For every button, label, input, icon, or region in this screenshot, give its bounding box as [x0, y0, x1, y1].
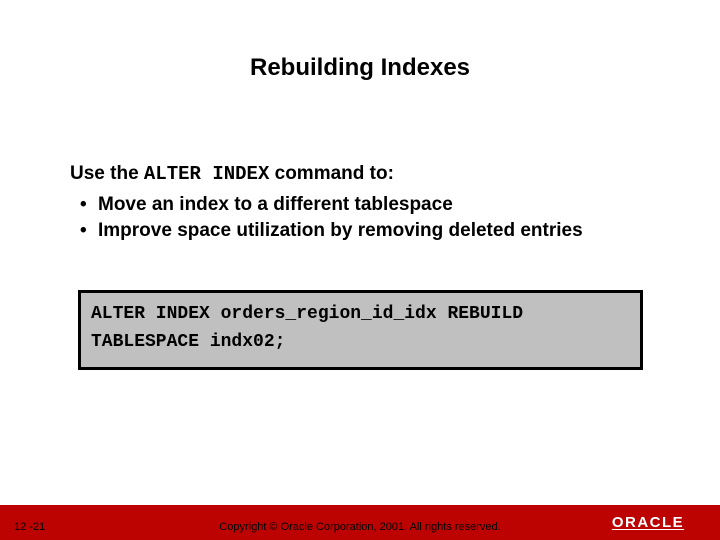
lead-post: command to: — [269, 163, 394, 184]
footer-bar: 12 -21 Copyright © Oracle Corporation, 2… — [0, 505, 720, 540]
code-box: ALTER INDEX orders_region_id_idx REBUILD… — [78, 290, 643, 370]
lead-text: Use the ALTER INDEX command to: — [70, 162, 660, 187]
lead-code: ALTER INDEX — [144, 163, 269, 185]
oracle-logo-text: ORACLE — [610, 514, 686, 532]
bullet-list: Move an index to a different tablespace … — [70, 193, 660, 243]
lead-pre: Use the — [70, 163, 144, 184]
code-line: TABLESPACE indx02; — [91, 329, 630, 357]
slide-body: Use the ALTER INDEX command to: Move an … — [70, 162, 660, 244]
slide-title: Rebuilding Indexes — [0, 0, 720, 82]
code-line: ALTER INDEX orders_region_id_idx REBUILD — [91, 301, 630, 329]
list-item: Improve space utilization by removing de… — [98, 219, 660, 243]
list-item: Move an index to a different tablespace — [98, 193, 660, 217]
slide: Rebuilding Indexes Use the ALTER INDEX c… — [0, 0, 720, 540]
oracle-logo: ORACLE — [592, 510, 704, 535]
